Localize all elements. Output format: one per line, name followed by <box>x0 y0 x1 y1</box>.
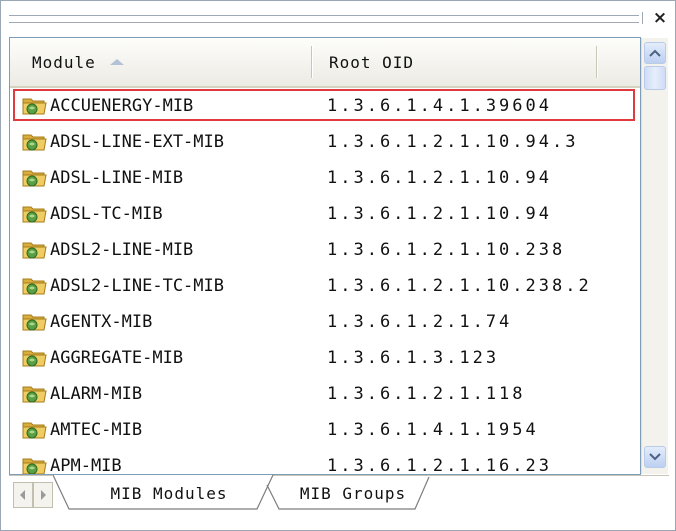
scroll-down-button[interactable] <box>644 446 666 468</box>
folder-icon <box>22 314 47 331</box>
root-oid-value: 1.3.6.1.2.1.10.94 <box>327 168 552 188</box>
root-oid-cell: 1.3.6.1.4.1.1954 <box>313 412 633 448</box>
sort-ascending-icon <box>109 59 124 65</box>
tab-scroll-right-button[interactable] <box>33 482 53 508</box>
root-oid-value: 1.3.6.1.4.1.39604 <box>327 96 552 116</box>
folder-icon <box>22 206 47 223</box>
root-oid-value: 1.3.6.1.2.1.118 <box>327 384 526 404</box>
folder-icon <box>22 350 47 367</box>
tab-mib-groups[interactable]: MIB Groups <box>273 476 433 510</box>
tab-scroll-left-button[interactable] <box>13 482 33 508</box>
module-rows: ACCUENERGY-MIB 1.3.6.1.4.1.39604 ADSL-LI… <box>10 88 640 475</box>
root-oid-cell: 1.3.6.1.2.1.10.94 <box>313 160 633 196</box>
folder-icon <box>22 134 47 151</box>
folder-icon <box>22 170 47 187</box>
module-list: Module Root OID ACCUENERGY-MIB 1.3.6.1.4… <box>9 37 641 475</box>
column-divider[interactable] <box>596 46 597 78</box>
table-row[interactable]: ADSL2-LINE-TC-MIB 1.3.6.1.2.1.10.238.2 <box>10 268 640 304</box>
triangle-left-icon <box>20 490 25 500</box>
module-name: ADSL-TC-MIB <box>50 204 163 224</box>
module-cell: AGENTX-MIB <box>10 304 311 340</box>
root-oid-cell: 1.3.6.1.4.1.39604 <box>313 88 633 124</box>
root-oid-value: 1.3.6.1.3.123 <box>327 348 500 368</box>
module-name: APM-MIB <box>50 456 122 475</box>
folder-icon <box>22 242 47 259</box>
module-cell: ADSL-TC-MIB <box>10 196 311 232</box>
folder-icon <box>22 386 47 403</box>
module-name: AMTEC-MIB <box>50 420 143 440</box>
column-header-root-oid-label: Root OID <box>329 52 415 72</box>
table-row[interactable]: ADSL-TC-MIB 1.3.6.1.2.1.10.94 <box>10 196 640 232</box>
root-oid-cell: 1.3.6.1.2.1.10.238.2 <box>313 268 633 304</box>
root-oid-value: 1.3.6.1.2.1.16.23 <box>327 456 552 475</box>
module-cell: APM-MIB <box>10 448 311 475</box>
mib-browser-window: × Module Root OID ACCUENERGY-MIB 1.3.6.1… <box>0 0 676 531</box>
root-oid-cell: 1.3.6.1.2.1.74 <box>313 304 633 340</box>
root-oid-cell: 1.3.6.1.2.1.10.238 <box>313 232 633 268</box>
table-row[interactable]: ALARM-MIB 1.3.6.1.2.1.118 <box>10 376 640 412</box>
table-row[interactable]: AGGREGATE-MIB 1.3.6.1.3.123 <box>10 340 640 376</box>
folder-icon <box>22 458 47 474</box>
column-divider[interactable] <box>311 46 312 78</box>
module-cell: ALARM-MIB <box>10 376 311 412</box>
column-header-module[interactable]: Module <box>10 38 311 86</box>
folder-icon <box>22 278 47 295</box>
vertical-scrollbar[interactable] <box>641 38 668 474</box>
list-header: Module Root OID <box>10 38 640 88</box>
triangle-right-icon <box>41 490 46 500</box>
root-oid-cell: 1.3.6.1.2.1.10.94 <box>313 196 633 232</box>
tab-mib-modules-label: MIB Modules <box>110 483 228 503</box>
table-row[interactable]: ADSL-LINE-EXT-MIB 1.3.6.1.2.1.10.94.3 <box>10 124 640 160</box>
module-name: ADSL-LINE-MIB <box>50 168 184 188</box>
root-oid-value: 1.3.6.1.2.1.10.94 <box>327 204 552 224</box>
chevron-down-icon <box>649 453 661 461</box>
tab-bar: MIB Modules MIB Groups <box>9 475 669 518</box>
scroll-up-button[interactable] <box>644 42 666 64</box>
module-cell: ACCUENERGY-MIB <box>10 88 311 124</box>
module-name: AGENTX-MIB <box>50 312 153 332</box>
root-oid-value: 1.3.6.1.2.1.74 <box>327 312 513 332</box>
module-name: ACCUENERGY-MIB <box>50 96 194 116</box>
module-name: ALARM-MIB <box>50 384 143 404</box>
module-name: ADSL2-LINE-MIB <box>50 240 194 260</box>
module-cell: ADSL2-LINE-TC-MIB <box>10 268 311 304</box>
table-row[interactable]: AMTEC-MIB 1.3.6.1.4.1.1954 <box>10 412 640 448</box>
module-name: AGGREGATE-MIB <box>50 348 184 368</box>
panel-title-bar: × <box>1 1 675 35</box>
table-row[interactable]: ACCUENERGY-MIB 1.3.6.1.4.1.39604 <box>10 88 640 124</box>
tab-mib-groups-label: MIB Groups <box>299 483 407 503</box>
root-oid-value: 1.3.6.1.4.1.1954 <box>327 420 539 440</box>
module-name: ADSL2-LINE-TC-MIB <box>50 276 224 296</box>
close-icon[interactable]: × <box>651 9 669 27</box>
module-cell: AGGREGATE-MIB <box>10 340 311 376</box>
scroll-thumb[interactable] <box>644 66 666 90</box>
table-row[interactable]: AGENTX-MIB 1.3.6.1.2.1.74 <box>10 304 640 340</box>
root-oid-value: 1.3.6.1.2.1.10.94.3 <box>327 132 579 152</box>
root-oid-cell: 1.3.6.1.2.1.118 <box>313 376 633 412</box>
folder-icon <box>22 422 47 439</box>
folder-icon <box>22 98 47 115</box>
module-cell: ADSL-LINE-MIB <box>10 160 311 196</box>
root-oid-value: 1.3.6.1.2.1.10.238 <box>327 240 566 260</box>
root-oid-cell: 1.3.6.1.3.123 <box>313 340 633 376</box>
chevron-up-icon <box>649 49 661 57</box>
module-cell: ADSL-LINE-EXT-MIB <box>10 124 311 160</box>
table-row[interactable]: APM-MIB 1.3.6.1.2.1.16.23 <box>10 448 640 475</box>
drag-grip[interactable] <box>9 12 643 24</box>
module-cell: AMTEC-MIB <box>10 412 311 448</box>
table-row[interactable]: ADSL2-LINE-MIB 1.3.6.1.2.1.10.238 <box>10 232 640 268</box>
root-oid-cell: 1.3.6.1.2.1.10.94.3 <box>313 124 633 160</box>
root-oid-value: 1.3.6.1.2.1.10.238.2 <box>327 276 592 296</box>
column-header-root-oid[interactable]: Root OID <box>313 38 593 86</box>
module-cell: ADSL2-LINE-MIB <box>10 232 311 268</box>
tab-mib-modules[interactable]: MIB Modules <box>71 476 267 510</box>
table-row[interactable]: ADSL-LINE-MIB 1.3.6.1.2.1.10.94 <box>10 160 640 196</box>
column-header-module-label: Module <box>32 52 96 72</box>
root-oid-cell: 1.3.6.1.2.1.16.23 <box>313 448 633 475</box>
module-name: ADSL-LINE-EXT-MIB <box>50 132 224 152</box>
